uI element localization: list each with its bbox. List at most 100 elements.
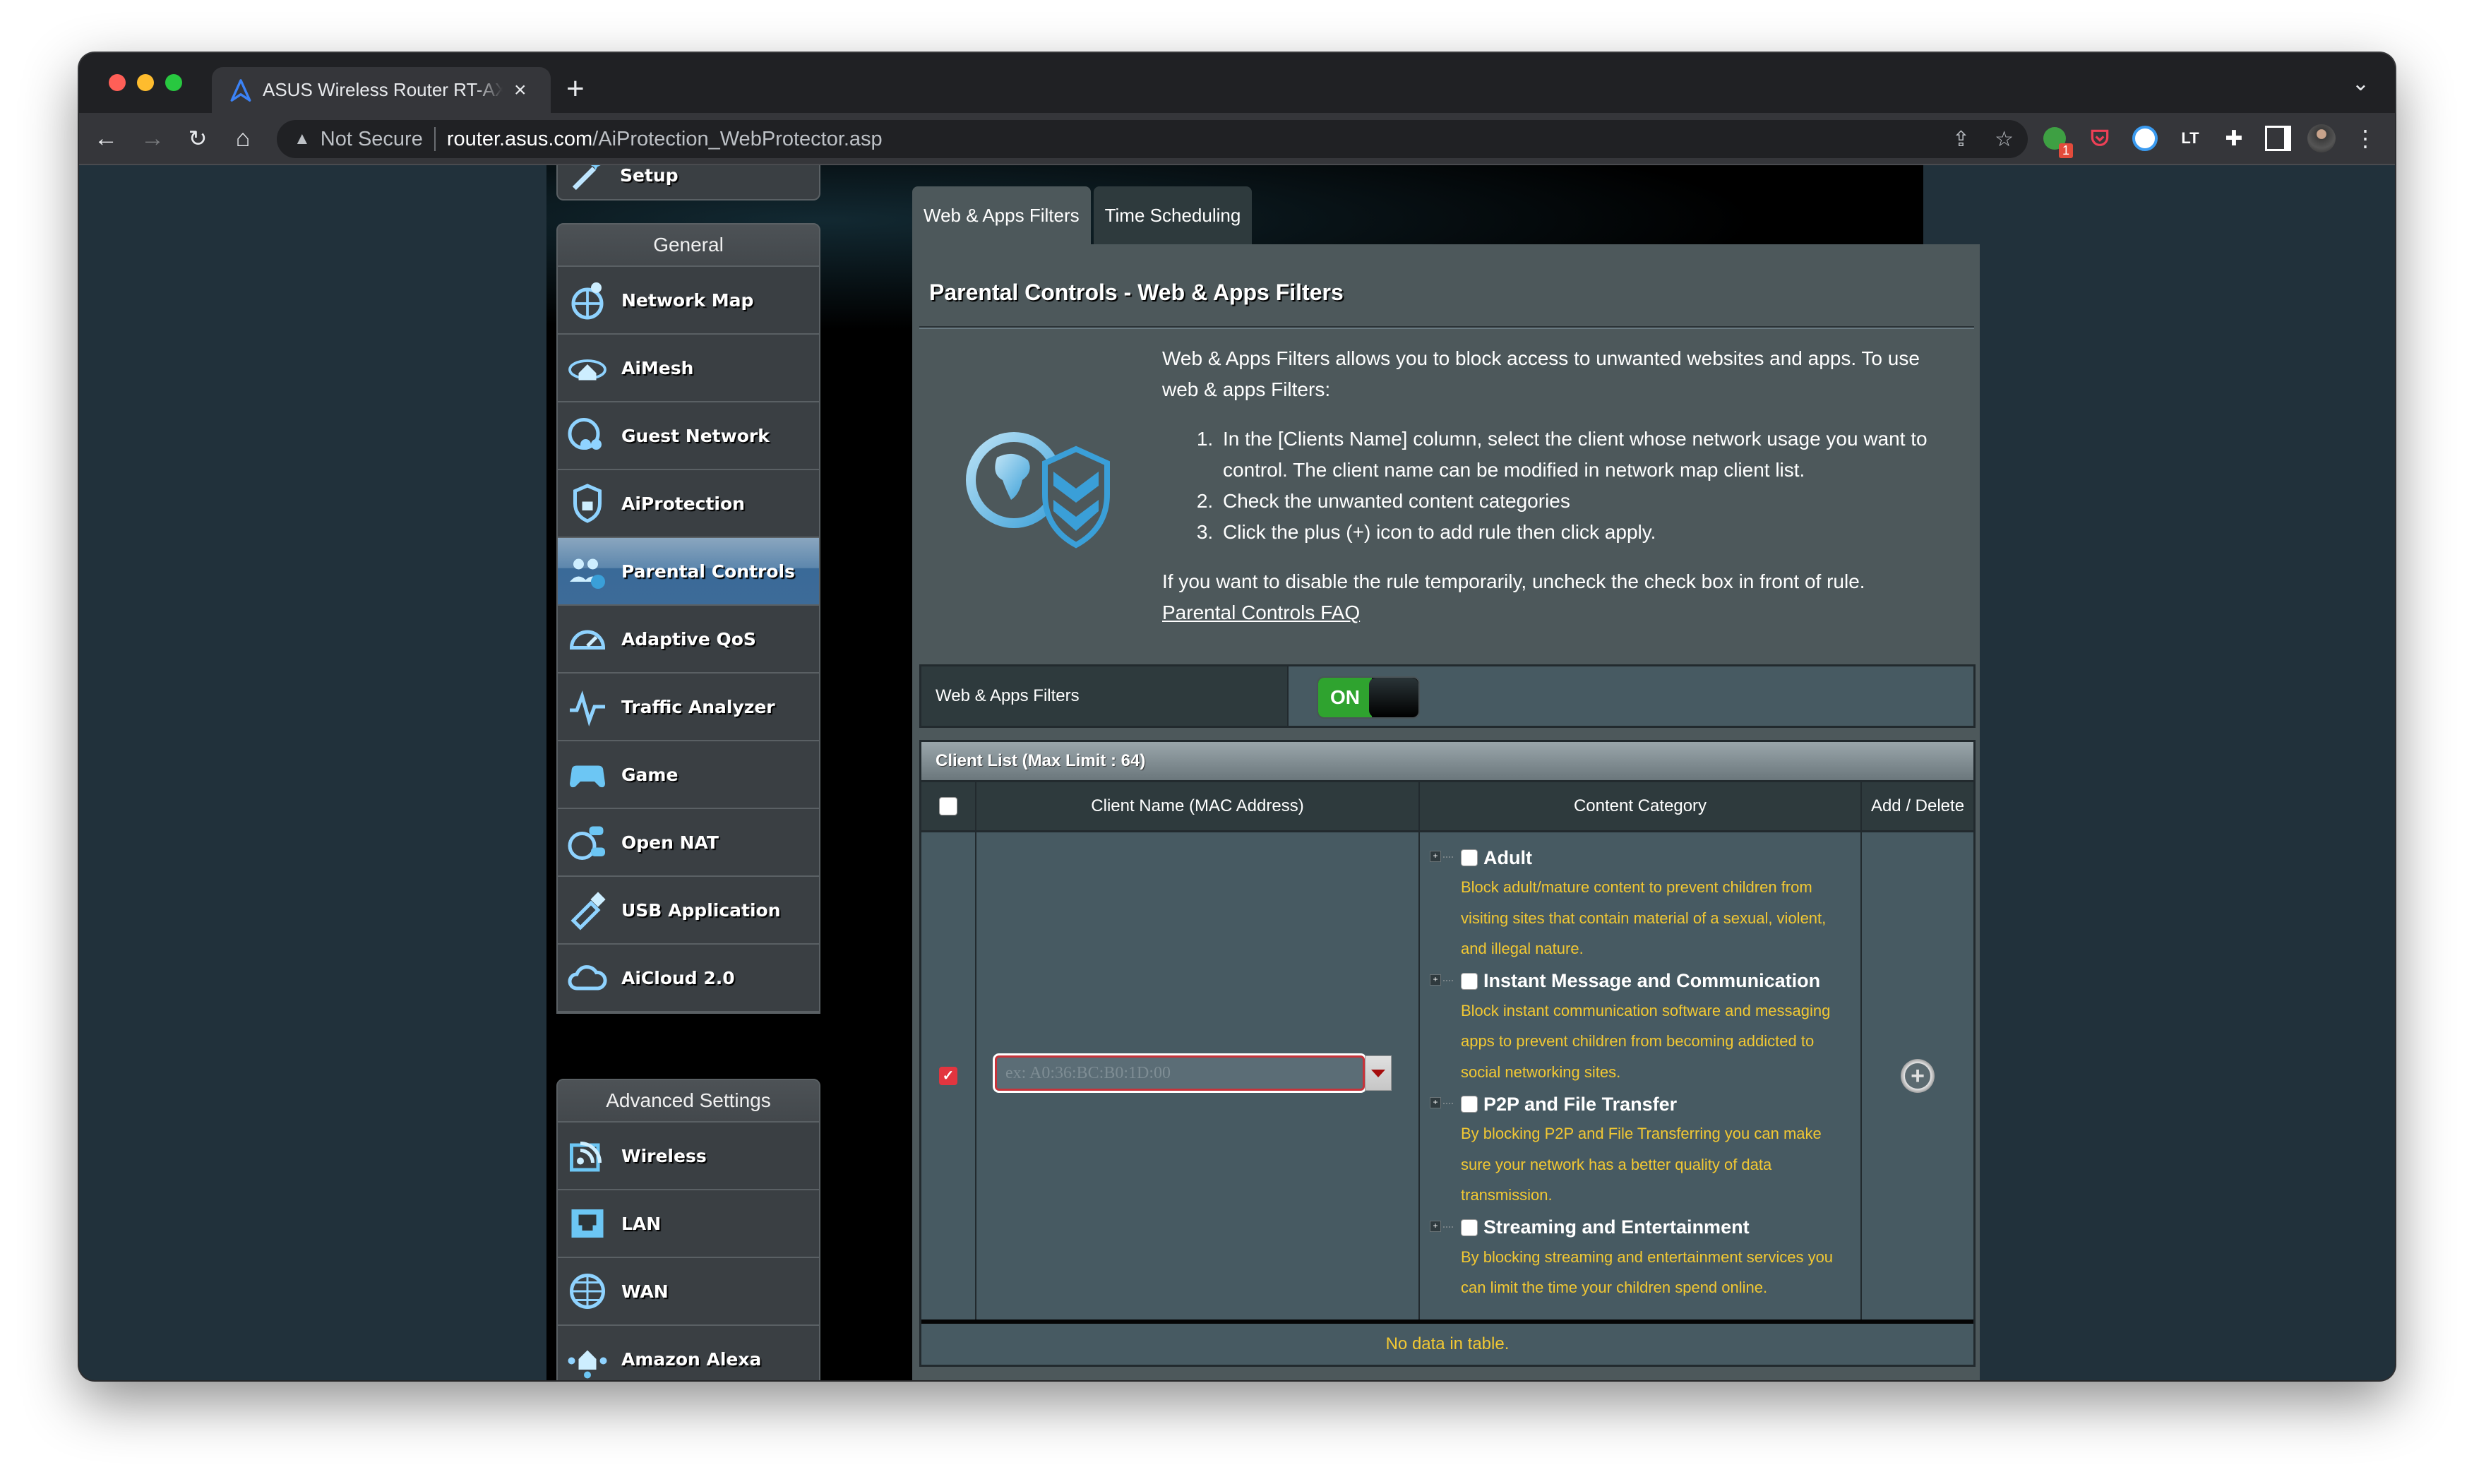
adaptive-qos-icon	[569, 630, 606, 650]
sidebar-item-label: Open NAT	[621, 832, 719, 853]
sidebar-item-quick-setup[interactable]: Setup	[556, 165, 820, 201]
client-dropdown-button[interactable]	[1365, 1055, 1392, 1091]
pushbullet-extension-icon[interactable]: 1	[2039, 123, 2073, 158]
new-tab-button[interactable]: +	[566, 71, 585, 107]
reload-button[interactable]: ↻	[182, 123, 213, 154]
title-divider	[919, 326, 1974, 329]
minimize-window-button[interactable]	[137, 74, 154, 91]
close-tab-icon[interactable]: ×	[514, 78, 527, 102]
client-list-table: Client List (Max Limit : 64) Client Name…	[919, 740, 1976, 1367]
rule-enable-checkbox[interactable]: ✓	[939, 1067, 957, 1085]
sidebar-item-label: Adaptive QoS	[621, 628, 756, 650]
page-title: Parental Controls - Web & Apps Filters	[929, 280, 1344, 305]
content-panel: Parental Controls - Web & Apps Filters W…	[912, 244, 1980, 1380]
sidebar-item-aimesh[interactable]: AiMesh	[558, 335, 819, 402]
expand-category-icon[interactable]: +	[1430, 1220, 1453, 1232]
empty-table-message: No data in table.	[1385, 1334, 1510, 1353]
sidebar-item-label: AiCloud 2.0	[621, 967, 735, 988]
tab-time-scheduling[interactable]: Time Scheduling	[1093, 186, 1253, 244]
sidebar-item-network-map[interactable]: Network Map	[558, 267, 819, 335]
sidebar-item-traffic-analyzer[interactable]: Traffic Analyzer	[558, 674, 819, 741]
intro-paragraph: Web & Apps Filters allows you to block a…	[1162, 347, 1920, 400]
home-button[interactable]: ⌂	[227, 123, 258, 154]
category-description: By blocking streaming and entertainment …	[1461, 1247, 1834, 1297]
wan-icon	[570, 1274, 605, 1309]
pocket-extension-icon[interactable]	[2084, 123, 2115, 154]
sidebar-item-label: AiProtection	[621, 493, 745, 514]
instruction-steps: In the [Clients Name] column, select the…	[1162, 424, 1946, 548]
password-manager-extension-icon[interactable]	[2129, 123, 2161, 154]
languagetool-extension-icon[interactable]: LT	[2175, 123, 2206, 154]
mac-address-input[interactable]	[993, 1053, 1367, 1093]
browser-menu-icon[interactable]: ⋮	[2350, 123, 2381, 154]
sidebar-item-aicloud-2-0[interactable]: AiCloud 2.0	[558, 945, 819, 1012]
aiprotection-icon	[573, 484, 602, 523]
sidebar-item-guest-network[interactable]: Guest Network	[558, 402, 819, 470]
maximize-window-button[interactable]	[165, 74, 182, 91]
category-name: P2P and File Transfer	[1483, 1093, 1678, 1115]
usb-application-icon	[570, 892, 606, 931]
category-checkbox[interactable]	[1461, 972, 1478, 990]
select-all-checkbox[interactable]	[939, 797, 957, 815]
side-panel-icon[interactable]	[2262, 123, 2293, 154]
expand-category-icon[interactable]: +	[1430, 851, 1453, 862]
sidebar-item-aiprotection[interactable]: AiProtection	[558, 470, 819, 538]
sidebar-item-label: Guest Network	[621, 425, 770, 446]
warning-triangle-icon[interactable]: ▲	[294, 129, 311, 149]
back-button[interactable]: ←	[90, 123, 121, 154]
sidebar-item-label: Network Map	[621, 289, 754, 311]
client-list-title: Client List (Max Limit : 64)	[921, 742, 1973, 782]
url-path[interactable]: /AiProtection_WebProtector.asp	[592, 128, 883, 151]
sidebar-item-game[interactable]: Game	[558, 741, 819, 809]
sidebar-item-open-nat[interactable]: Open NAT	[558, 809, 819, 877]
expand-category-icon[interactable]: +	[1430, 1097, 1453, 1108]
category-name: Instant Message and Communication	[1483, 970, 1821, 991]
browser-tab-active[interactable]: ASUS Wireless Router RT-AX86U ×	[212, 67, 551, 113]
expand-category-icon[interactable]: +	[1430, 974, 1453, 986]
sidebar-item-wan[interactable]: WAN	[558, 1258, 819, 1326]
extensions-puzzle-icon[interactable]: ✚	[2218, 123, 2249, 154]
profile-avatar[interactable]	[2306, 123, 2337, 154]
browser-toolbar: ← → ↻ ⌂ ▲ Not Secure router.asus.com /Ai…	[79, 113, 2395, 165]
tab-web-apps-filters[interactable]: Web & Apps Filters	[912, 186, 1091, 244]
sidebar-group-general: General Network Map AiMesh Guest Network Ai…	[556, 223, 820, 1014]
tab-search-chevron-icon[interactable]: ⌄	[2352, 71, 2370, 96]
url-host[interactable]: router.asus.com	[447, 128, 592, 151]
mac-address-combobox	[993, 1053, 1392, 1093]
category-p2p-file-transfer: + P2P and File Transfer By blocking P2P …	[1420, 1087, 1860, 1211]
open-nat-icon	[568, 826, 605, 860]
sidebar-item-lan[interactable]: LAN	[558, 1190, 819, 1258]
sidebar-group-title: General	[558, 225, 819, 267]
globe-shield-icon	[966, 432, 1110, 549]
column-header-add-delete: Add / Delete	[1870, 796, 1965, 815]
sidebar-group-advanced: Advanced Settings Wireless LAN WAN Amazon A…	[556, 1079, 820, 1380]
amazon-alexa-icon	[568, 1350, 607, 1379]
subtabs: Web & Apps Filters Time Scheduling	[912, 186, 1255, 244]
sidebar-item-wireless[interactable]: Wireless	[558, 1123, 819, 1190]
aicloud-icon	[568, 965, 607, 991]
sidebar-item-usb-application[interactable]: USB Application	[558, 877, 819, 945]
close-window-button[interactable]	[109, 74, 126, 91]
wireless-icon	[570, 1142, 602, 1172]
bookmark-star-icon[interactable]: ☆	[1995, 127, 2014, 152]
category-checkbox[interactable]	[1461, 1096, 1478, 1113]
lan-icon	[571, 1209, 604, 1238]
category-name: Adult	[1483, 846, 1532, 868]
add-delete-cell: +	[1862, 832, 1973, 1320]
address-bar[interactable]: ▲ Not Secure router.asus.com /AiProtecti…	[277, 120, 2028, 158]
parental-controls-faq-link[interactable]: Parental Controls FAQ	[1162, 602, 1360, 623]
web-apps-filters-setting: Web & Apps Filters ON	[919, 664, 1976, 728]
sidebar-item-parental-controls[interactable]: Parental Controls	[558, 538, 819, 606]
sidebar-item-adaptive-qos[interactable]: Adaptive QoS	[558, 606, 819, 674]
add-rule-plus-icon[interactable]: +	[1901, 1059, 1935, 1093]
category-checkbox[interactable]	[1461, 849, 1478, 866]
forward-button[interactable]: →	[137, 123, 168, 154]
sidebar-item-amazon-alexa[interactable]: Amazon Alexa	[558, 1326, 819, 1380]
security-label[interactable]: Not Secure	[321, 128, 423, 151]
sidebar-item-label: Amazon Alexa	[621, 1348, 762, 1370]
share-icon[interactable]: ⇪	[1952, 127, 1970, 152]
category-description: By blocking P2P and File Transferring yo…	[1461, 1125, 1822, 1204]
category-checkbox[interactable]	[1461, 1219, 1478, 1236]
intro-text: Web & Apps Filters allows you to block a…	[1162, 343, 1946, 628]
web-apps-filters-toggle[interactable]: ON	[1317, 676, 1420, 719]
